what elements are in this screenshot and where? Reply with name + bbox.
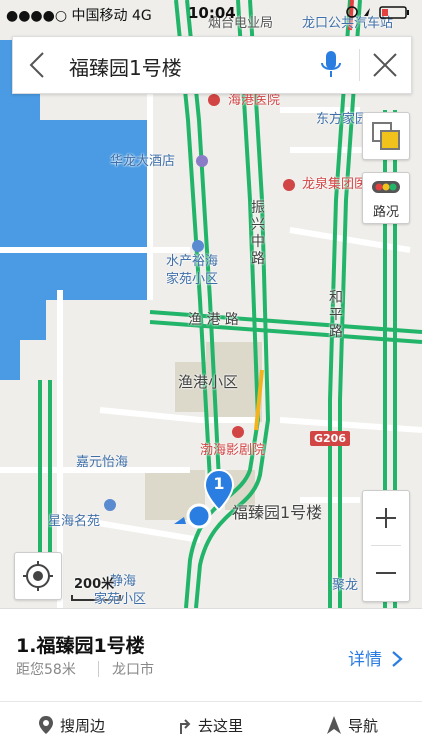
- highway-badge: G206: [310, 431, 350, 446]
- map-label-xinghai[interactable]: 星海名苑: [48, 514, 100, 529]
- zoom-controls: [362, 490, 410, 602]
- status-time: 10:04: [188, 4, 236, 22]
- search-bar: 福臻园1号楼: [12, 36, 412, 94]
- zoom-out-button[interactable]: [363, 546, 409, 600]
- divider: [98, 661, 99, 677]
- map-label-shuichan-2[interactable]: 家苑小区: [166, 272, 218, 287]
- zoom-in-button[interactable]: [363, 491, 409, 545]
- map-label-dongfang-home[interactable]: 东方家园: [316, 112, 368, 127]
- current-location-icon: [174, 503, 212, 529]
- voice-search-button[interactable]: [317, 49, 345, 81]
- divider: [359, 49, 360, 81]
- map-label-yugang-community[interactable]: 渔港小区: [178, 375, 238, 390]
- status-right: [346, 4, 416, 24]
- plus-icon: [376, 508, 396, 528]
- traffic-button[interactable]: 路况: [362, 172, 410, 224]
- network-type: 4G: [132, 8, 152, 24]
- map-label-jiayuan[interactable]: 嘉元怡海: [76, 455, 128, 470]
- turn-arrow-icon: [180, 719, 191, 734]
- residence-icon: [104, 499, 116, 511]
- locate-button[interactable]: [14, 552, 62, 600]
- hospital-icon: [283, 179, 295, 191]
- hotel-icon: [196, 155, 208, 167]
- search-nearby-button[interactable]: 搜周边: [38, 713, 118, 737]
- map-label-shuichan-1[interactable]: 水产裕海: [166, 254, 218, 269]
- minus-icon: [376, 572, 396, 574]
- map-label-yugang-road: 渔 港 路: [188, 312, 239, 328]
- result-city: 龙口市: [112, 662, 154, 678]
- divider: [0, 701, 422, 702]
- chevron-left-icon: [29, 52, 44, 78]
- map-label-jiayuan-xiaoqu[interactable]: 家苑小区: [94, 592, 146, 607]
- location-pin-icon: [39, 716, 53, 734]
- map-label-destination[interactable]: 福臻园1号楼: [232, 505, 322, 521]
- result-distance: 距您58米: [16, 662, 76, 678]
- scale-label: 200米: [74, 577, 115, 592]
- close-icon: [373, 53, 397, 77]
- traffic-label: 路况: [372, 205, 399, 220]
- map-label-bohai-cinema[interactable]: 渤海影剧院: [200, 443, 265, 458]
- back-button[interactable]: [23, 50, 53, 80]
- destination-pin-number: 1: [213, 474, 225, 493]
- map-label-haigang-hospital[interactable]: 海港医院: [228, 93, 280, 108]
- map-label-zhenxing-road: 振兴中路: [251, 200, 265, 267]
- signal-strength: ●●●●○: [6, 8, 68, 24]
- chevron-right-icon: [392, 651, 404, 667]
- clear-search-button[interactable]: [369, 49, 401, 81]
- go-here-label: 去这里: [198, 717, 244, 735]
- map-label-hualong-hotel[interactable]: 华龙大酒店: [110, 154, 175, 169]
- status-bar: ●●●●○ 中国移动 4G 10:04: [0, 0, 422, 28]
- crosshair-icon: [23, 561, 53, 591]
- hospital-icon: [208, 94, 220, 106]
- residence-icon: [192, 240, 204, 252]
- traffic-light-icon: [372, 181, 400, 193]
- map-label-heping-road: 和平路: [329, 290, 343, 340]
- search-query[interactable]: 福臻园1号楼: [69, 52, 182, 81]
- detail-link[interactable]: 详情: [348, 645, 404, 670]
- carrier: 中国移动: [71, 8, 128, 24]
- layers-button[interactable]: [362, 112, 410, 160]
- layers-icon: [372, 122, 400, 150]
- status-left: ●●●●○ 中国移动 4G: [6, 5, 152, 25]
- microphone-icon: [321, 51, 341, 77]
- navigate-button[interactable]: 导航: [326, 713, 396, 737]
- cinema-icon: [232, 426, 244, 438]
- navigate-label: 导航: [348, 717, 379, 735]
- detail-label: 详情: [348, 650, 382, 670]
- navigation-arrow-icon: [327, 716, 341, 734]
- map-label-julong[interactable]: 聚龙: [332, 578, 358, 593]
- status-icons: [346, 6, 409, 19]
- result-title[interactable]: 1.福臻园1号楼: [16, 631, 145, 658]
- go-here-button[interactable]: 去这里: [176, 713, 256, 737]
- search-nearby-label: 搜周边: [60, 717, 106, 735]
- result-panel: 1.福臻园1号楼 距您58米 龙口市 详情 搜周边 去这里 导航: [0, 608, 422, 751]
